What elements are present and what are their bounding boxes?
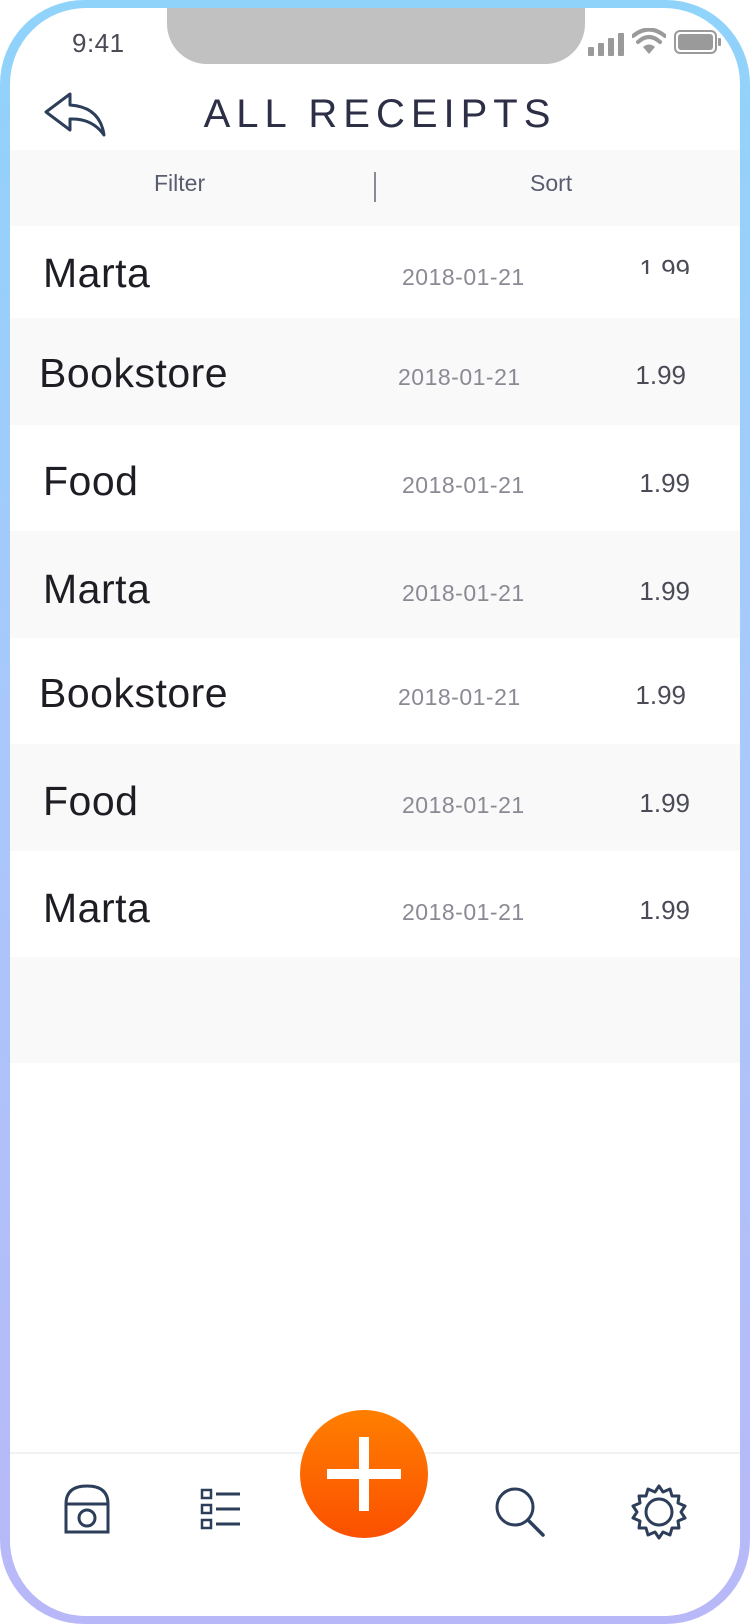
list-icon[interactable]: [200, 1488, 242, 1530]
search-icon[interactable]: [494, 1486, 546, 1538]
toolbar-divider: [374, 172, 376, 202]
battery-icon: [674, 30, 721, 54]
receipt-amount: 1.99: [639, 576, 690, 606]
receipt-date: 2018-01-21: [398, 364, 521, 390]
receipt-name: Marta: [43, 566, 151, 612]
app-screen: 9:41 ALL RECEIPTS Filter Sort Marta 2018…: [10, 8, 740, 1616]
filter-button[interactable]: Filter: [154, 170, 205, 197]
receipt-row[interactable]: Marta 2018-01-21 1.99: [10, 531, 740, 638]
receipt-date: 2018-01-21: [398, 684, 521, 710]
filter-sort-toolbar: Filter Sort: [10, 150, 740, 226]
receipt-date: 2018-01-21: [402, 899, 525, 925]
receipt-name: Bookstore: [39, 670, 229, 716]
receipt-name: Bookstore: [39, 350, 229, 396]
status-time: 9:41: [72, 28, 125, 58]
empty-list-row: [10, 957, 740, 1063]
home-icon[interactable]: [62, 1484, 112, 1536]
receipt-amount: 1.99: [639, 895, 690, 925]
receipt-amount: 1.99: [639, 788, 690, 818]
receipt-date: 2018-01-21: [402, 792, 525, 818]
wifi-icon: [632, 28, 666, 54]
add-receipt-button[interactable]: [300, 1410, 428, 1538]
receipt-name: Marta: [43, 885, 151, 931]
settings-gear-icon[interactable]: [631, 1484, 687, 1540]
device-notch: [167, 8, 585, 64]
receipt-row[interactable]: Food 2018-01-21 1.99: [10, 744, 740, 851]
navigation-bar: ALL RECEIPTS: [10, 72, 740, 152]
sort-button[interactable]: Sort: [530, 170, 572, 197]
receipt-amount: 1.99: [635, 360, 686, 390]
receipt-amount: 1.99: [639, 254, 690, 274]
receipt-name: Food: [43, 778, 139, 824]
receipt-amount: 1.99: [635, 680, 686, 710]
receipt-row[interactable]: Food 2018-01-21 1.99: [10, 425, 740, 531]
receipts-list: Marta 2018-01-21 1.99 Bookstore 2018-01-…: [10, 226, 740, 1063]
receipt-row[interactable]: Marta 2018-01-21 1.99: [10, 851, 740, 957]
receipt-date: 2018-01-21: [402, 580, 525, 606]
receipt-row[interactable]: Marta 2018-01-21 1.99: [10, 226, 740, 318]
receipt-date: 2018-01-21: [402, 472, 525, 498]
receipt-name: Food: [43, 458, 139, 504]
page-title: ALL RECEIPTS: [203, 92, 557, 136]
receipt-row[interactable]: Bookstore 2018-01-21 1.99: [10, 318, 740, 425]
receipt-date: 2018-01-21: [402, 264, 525, 290]
receipt-amount: 1.99: [639, 468, 690, 498]
receipt-row[interactable]: Bookstore 2018-01-21 1.99: [10, 638, 740, 744]
cellular-signal-icon: [588, 32, 626, 56]
receipt-name: Marta: [43, 250, 151, 296]
